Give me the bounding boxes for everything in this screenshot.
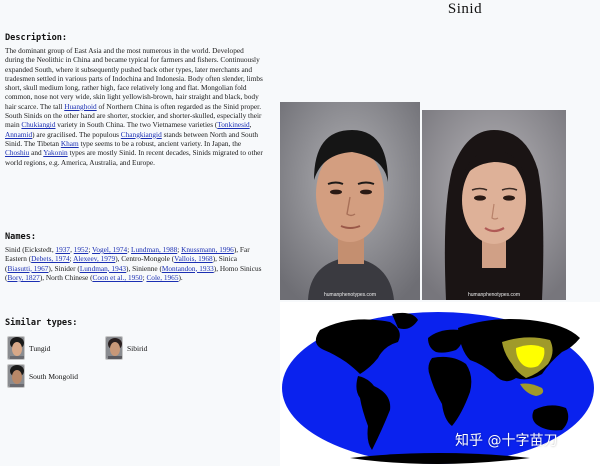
similar-type-tungid[interactable]: Tungid	[7, 336, 50, 360]
names-link[interactable]: Knussmann, 1996	[181, 245, 234, 254]
names-link[interactable]: Vogel, 1974	[92, 245, 127, 254]
description-text-run: and	[29, 148, 44, 158]
similar-types-section: Similar types: Tungid Sibirid South Mong…	[5, 318, 263, 388]
description-section: Description: The dominant group of East …	[5, 33, 263, 244]
watermark-text: 知乎 @十字苗刀	[455, 433, 558, 449]
names-text-run: ), Centro-Mongole (	[115, 254, 175, 264]
names-link[interactable]: Debets, 1974	[31, 254, 70, 263]
names-link[interactable]: Biasutti, 1967	[7, 264, 48, 273]
names-link[interactable]: 1952	[74, 245, 89, 254]
names-text: Sinid (Eickstedt, 1937, 1952; Vogel, 197…	[5, 245, 263, 282]
names-text-run: ), North Chinese (	[39, 272, 93, 282]
names-text-run: ), Sinienne (	[126, 263, 162, 273]
male-composite-photo: humanphenotypes.com	[280, 102, 420, 300]
male-photo-credit: humanphenotypes.com	[324, 292, 376, 298]
names-link[interactable]: Cole, 1965	[146, 273, 178, 282]
description-text-run: ) are gracilised. The populous	[32, 129, 121, 139]
similar-types-heading: Similar types:	[5, 318, 78, 328]
description-link[interactable]: Tonkinesid	[217, 120, 249, 129]
names-link[interactable]: Vallois, 1968	[174, 254, 213, 263]
description-link[interactable]: Huanghoid	[64, 102, 96, 111]
description-link[interactable]: Chukiangid	[21, 120, 55, 129]
south-mongolid-label[interactable]: South Mongolid	[29, 372, 78, 381]
similar-type-sibirid[interactable]: Sibirid	[105, 336, 147, 360]
names-link[interactable]: Bory, 1827	[7, 273, 39, 282]
description-text-run: type seems to be a robust, ancient varie…	[78, 138, 242, 148]
description-link[interactable]: Annamid	[5, 130, 32, 139]
names-section: Names: Sinid (Eickstedt, 1937, 1952; Vog…	[5, 232, 263, 282]
names-link[interactable]: 1937	[55, 245, 70, 254]
south-mongolid-thumbnail[interactable]	[7, 364, 25, 388]
names-text-run: ), Sinider (	[48, 263, 80, 273]
description-heading: Description:	[5, 33, 68, 43]
names-link[interactable]: Alexeev, 1979	[73, 254, 115, 263]
names-link[interactable]: Lundman, 1943	[80, 264, 126, 273]
description-link[interactable]: Yakonin	[43, 148, 67, 157]
names-link[interactable]: Montandon, 1933	[162, 264, 214, 273]
description-link[interactable]: Choshiu	[5, 148, 29, 157]
description-text-run: variety in South China. The two Vietname…	[55, 120, 218, 130]
female-photo-credit: humanphenotypes.com	[468, 292, 520, 298]
tungid-label[interactable]: Tungid	[29, 344, 50, 353]
sibirid-thumbnail[interactable]	[105, 336, 123, 360]
page-title: Sinid	[447, 1, 483, 17]
female-composite-photo: humanphenotypes.com	[422, 110, 566, 300]
names-text-run: Sinid (Eickstedt,	[5, 245, 56, 254]
description-link[interactable]: Kham	[61, 139, 79, 148]
similar-type-south-mongolid[interactable]: South Mongolid	[7, 364, 78, 388]
names-link[interactable]: Coon et al., 1950	[93, 273, 143, 282]
names-text-run: ).	[178, 272, 183, 282]
sibirid-label[interactable]: Sibirid	[127, 344, 147, 353]
description-text: The dominant group of East Asia and the …	[5, 46, 263, 244]
names-heading: Names:	[5, 232, 37, 242]
description-text-run: ,	[249, 120, 252, 130]
description-link[interactable]: Changkiangid	[121, 130, 162, 139]
tungid-thumbnail[interactable]	[7, 336, 25, 360]
names-link[interactable]: Lundman, 1988	[131, 245, 177, 254]
